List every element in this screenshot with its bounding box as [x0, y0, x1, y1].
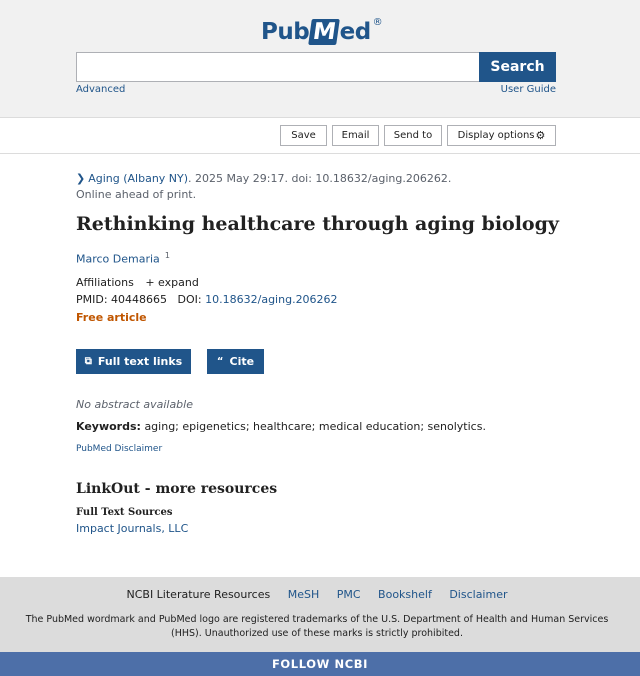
action-bar: Save Email Send to Display options ⚙: [0, 117, 640, 154]
chevron-right-icon[interactable]: ❯: [76, 172, 85, 185]
pmid-value: 40448665: [111, 293, 168, 306]
logo-text: PubMed: [261, 19, 371, 45]
registered-mark: ®: [372, 16, 383, 28]
cite-button[interactable]: “ Cite: [207, 349, 264, 374]
footer-link-pmc[interactable]: PMC: [337, 588, 361, 601]
full-text-sources-heading: Full Text Sources: [76, 507, 173, 518]
gear-icon: ⚙: [535, 129, 546, 142]
pmid-label: PMID:: [76, 293, 108, 306]
send-to-button[interactable]: Send to: [384, 125, 442, 146]
site-header: PubMed ® Search Advanced User Guide: [0, 0, 640, 117]
plus-icon[interactable]: +: [145, 276, 154, 289]
trademark-notice: The PubMed wordmark and PubMed logo are …: [25, 614, 609, 639]
site-footer: NCBI Literature Resources MeSH PMC Books…: [0, 577, 640, 652]
expand-link[interactable]: expand: [158, 276, 199, 289]
page-title: Rethinking healthcare through aging biol…: [76, 213, 559, 235]
publication-status: Online ahead of print.: [76, 188, 197, 201]
user-guide-link[interactable]: User Guide: [501, 84, 556, 95]
advanced-search-link[interactable]: Advanced: [76, 84, 125, 95]
doi-label: DOI:: [177, 293, 202, 306]
display-options-button[interactable]: Display options ⚙: [447, 125, 556, 146]
search-input[interactable]: [76, 52, 479, 82]
affiliations-label: Affiliations: [76, 276, 134, 289]
footer-link-bookshelf[interactable]: Bookshelf: [378, 588, 432, 601]
no-abstract-note: No abstract available: [76, 398, 193, 411]
footer-link-mesh[interactable]: MeSH: [288, 588, 320, 601]
citation-details: . 2025 May 29:17. doi: 10.18632/aging.20…: [188, 172, 452, 185]
free-article-badge: Free article: [76, 311, 147, 324]
email-button[interactable]: Email: [332, 125, 379, 146]
full-text-links-label: Full text links: [97, 355, 183, 368]
impact-journals-link[interactable]: Impact Journals, LLC: [76, 522, 188, 535]
keywords: Keywords: aging; epigenetics; healthcare…: [76, 420, 486, 433]
linkout-heading: LinkOut - more resources: [76, 481, 278, 497]
keywords-text: aging; epigenetics; healthcare; medical …: [144, 420, 486, 433]
save-button[interactable]: Save: [280, 125, 327, 146]
pubmed-disclaimer-link[interactable]: PubMed Disclaimer: [76, 444, 162, 454]
footer-link-disclaimer[interactable]: Disclaimer: [449, 588, 507, 601]
affiliation-number[interactable]: 1: [165, 251, 170, 260]
journal-link[interactable]: Aging (Albany NY): [88, 172, 188, 185]
author-link[interactable]: Marco Demaria: [76, 253, 160, 266]
citation: ❯ Aging (Albany NY). 2025 May 29:17. doi:…: [76, 171, 451, 203]
follow-ncbi-bar: FOLLOW NCBI: [0, 652, 640, 676]
footer-links: NCBI Literature Resources MeSH PMC Books…: [0, 588, 634, 601]
display-options-label: Display options: [457, 130, 535, 141]
article-identifiers: PMID: 40448665 DOI: 10.18632/aging.20626…: [76, 293, 338, 306]
external-link-icon: ⧉: [84, 356, 92, 367]
affiliations: Affiliations + expand: [76, 276, 199, 289]
search-button[interactable]: Search: [479, 52, 556, 82]
cite-label: Cite: [229, 355, 255, 368]
quote-icon: “: [216, 356, 224, 367]
full-text-links-button[interactable]: ⧉ Full text links: [76, 349, 191, 374]
pubmed-logo[interactable]: PubMed ®: [261, 15, 383, 49]
ncbi-literature-resources: NCBI Literature Resources: [126, 588, 271, 601]
keywords-label: Keywords:: [76, 420, 141, 433]
author-list: Marco Demaria 1: [76, 251, 170, 266]
doi-link[interactable]: 10.18632/aging.206262: [205, 293, 337, 306]
